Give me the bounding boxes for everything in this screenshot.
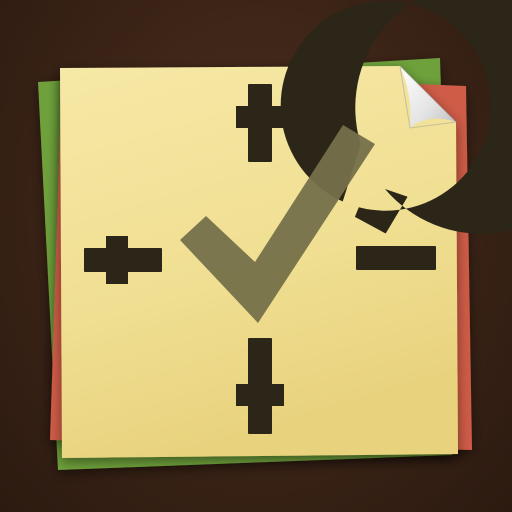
- icon-artwork: [38, 0, 512, 470]
- app-icon: [0, 0, 512, 512]
